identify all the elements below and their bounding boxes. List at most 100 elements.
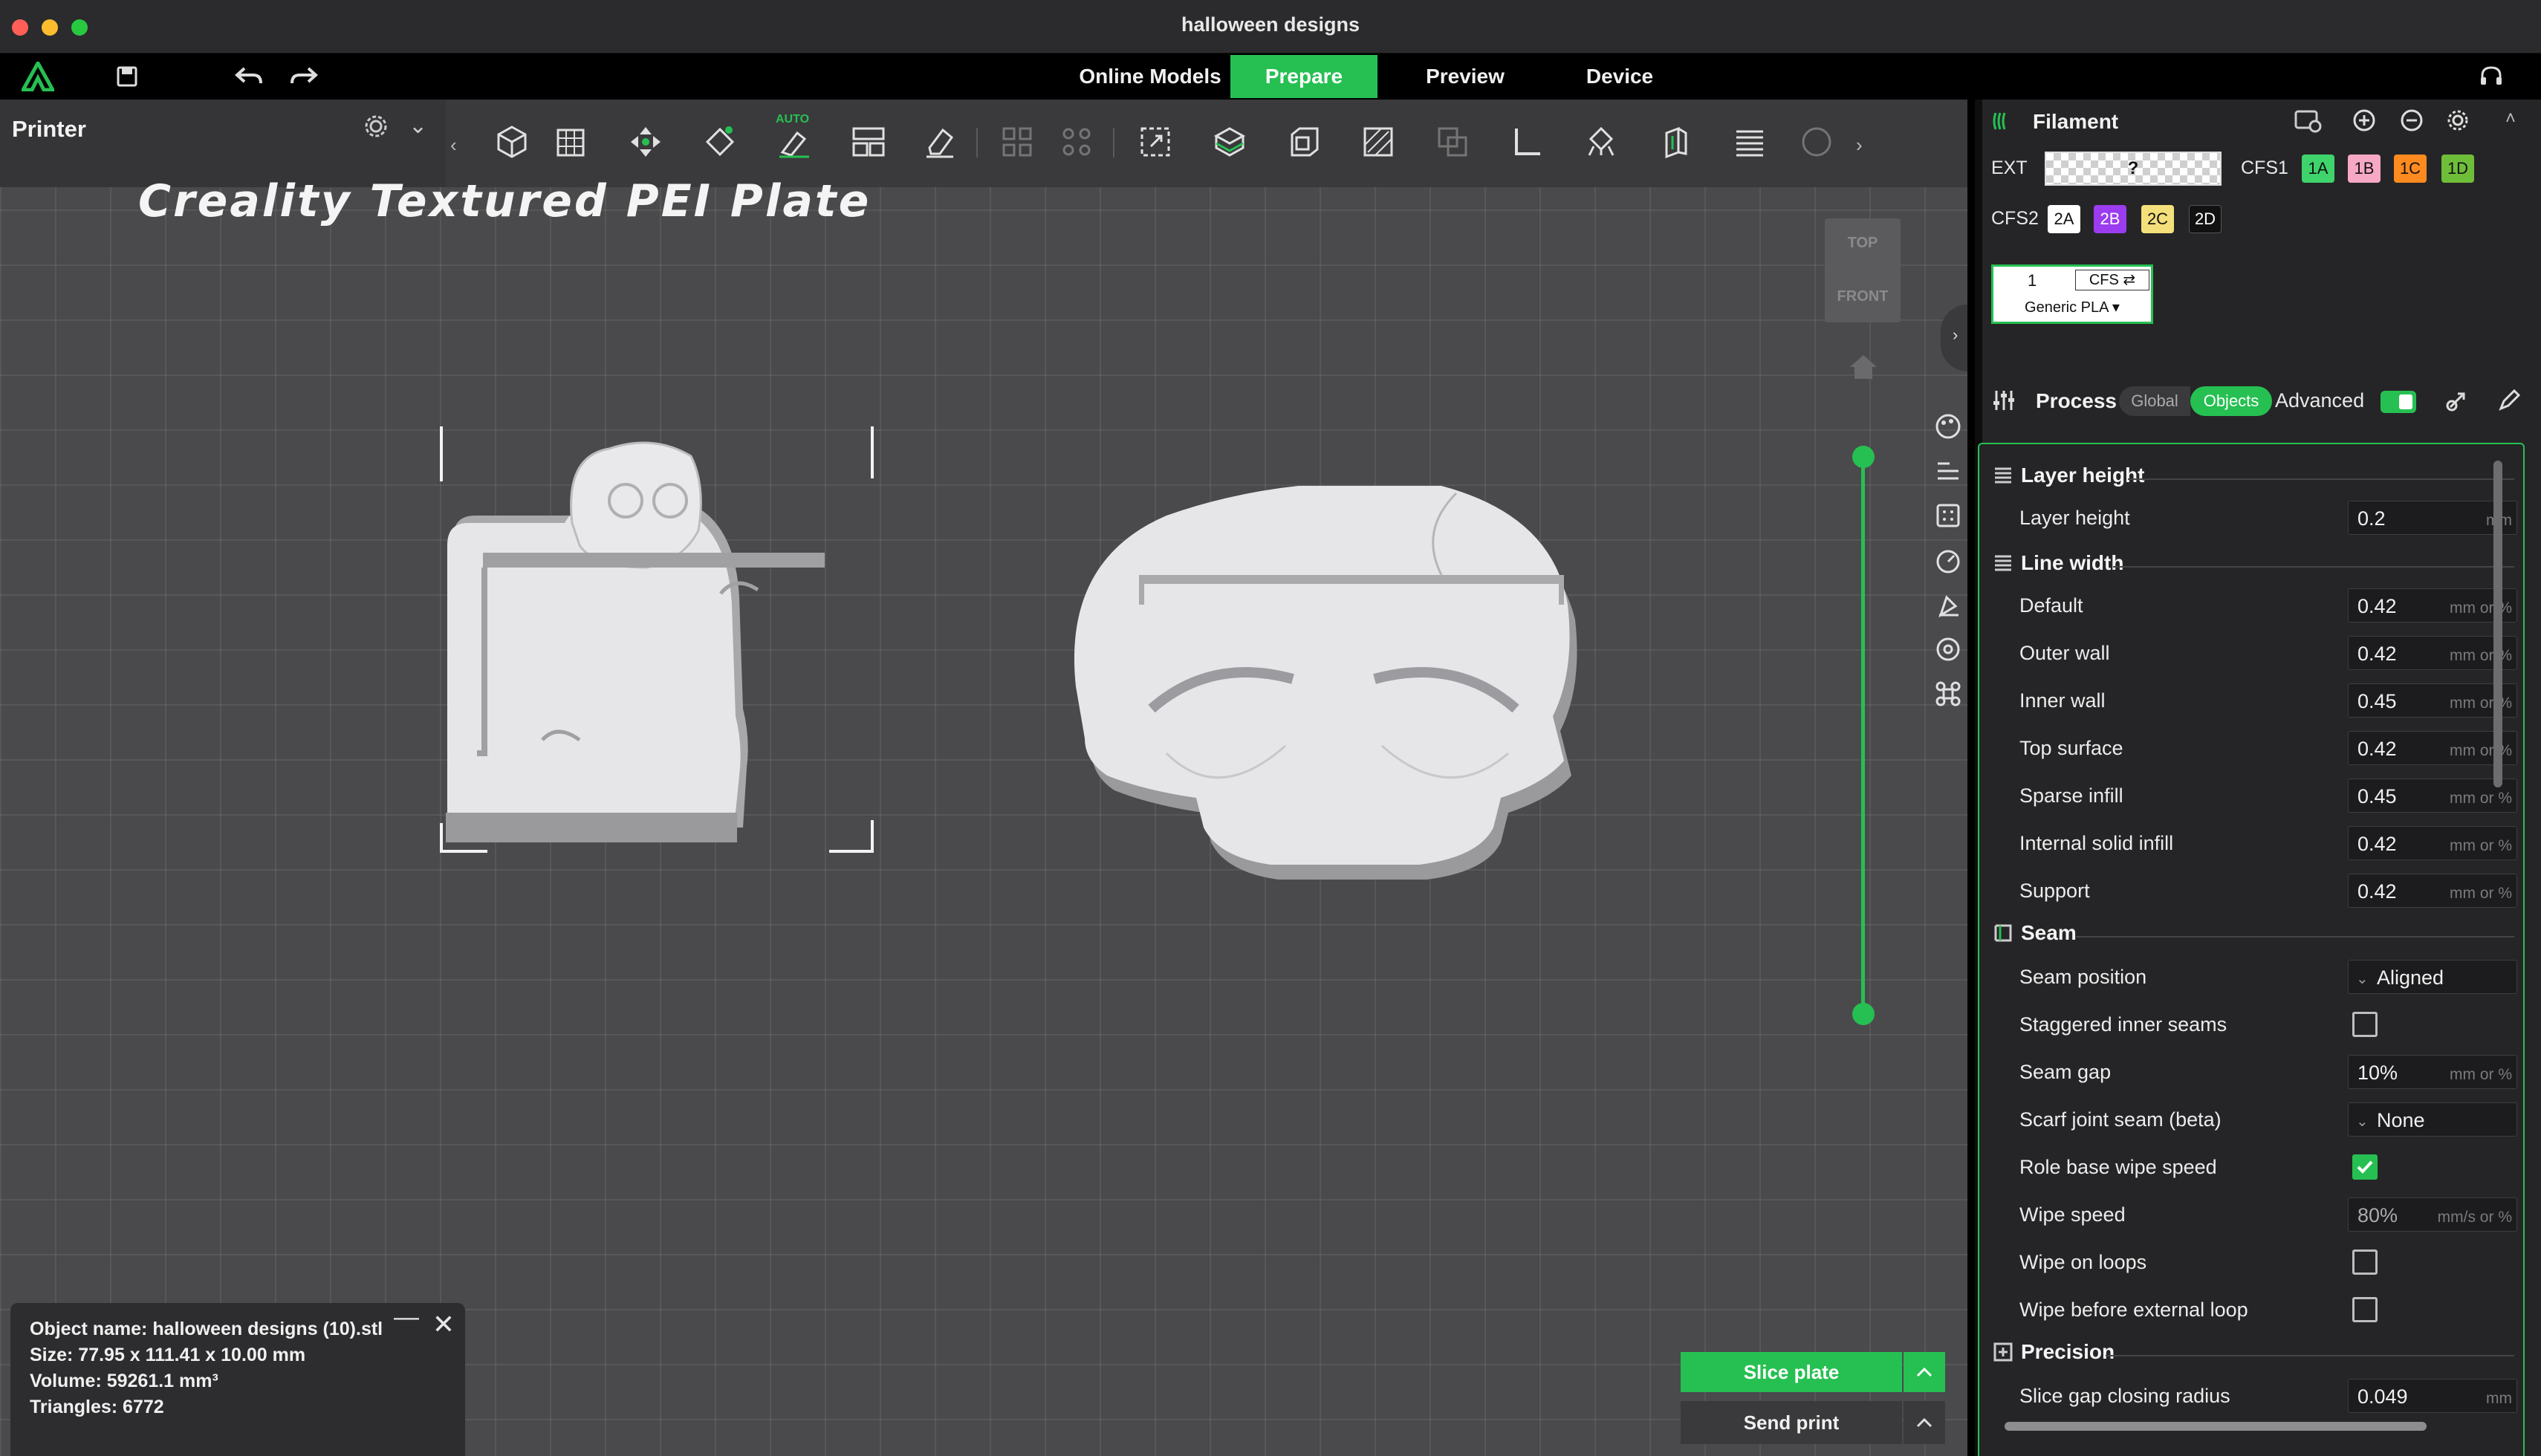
arrange-icon[interactable] bbox=[843, 116, 895, 168]
auto-arrange-icon[interactable]: AUTO bbox=[768, 113, 820, 168]
scarf-joint-seam-select[interactable]: ⌄ None bbox=[2348, 1102, 2517, 1137]
filament-sync-icon[interactable] bbox=[2293, 107, 2323, 137]
command-icon[interactable] bbox=[1929, 672, 1967, 716]
layer-range-slider[interactable] bbox=[1852, 446, 1875, 1025]
section-precision[interactable]: Precision bbox=[1979, 1330, 2523, 1374]
advanced-toggle[interactable] bbox=[2381, 391, 2416, 413]
support-paint-icon[interactable] bbox=[1575, 116, 1627, 168]
send-print-button[interactable]: Send print bbox=[1681, 1401, 1902, 1444]
outer-wall-input[interactable]: 0.42 mm or % bbox=[2348, 636, 2517, 670]
orient-icon[interactable] bbox=[620, 116, 672, 168]
cfs2-slot-2a[interactable]: 2A bbox=[2048, 205, 2080, 233]
view-cube[interactable]: TOP FRONT bbox=[1825, 218, 1901, 322]
slice-plate-button[interactable]: Slice plate bbox=[1681, 1352, 1902, 1392]
sparse-infill-input[interactable]: 0.45 mm or % bbox=[2348, 779, 2517, 813]
seam-gap-input[interactable]: 10% mm or % bbox=[2348, 1055, 2517, 1089]
hollow-icon[interactable] bbox=[1278, 116, 1330, 168]
auto-orient-icon[interactable] bbox=[694, 116, 746, 168]
compare-icon[interactable] bbox=[2444, 388, 2470, 417]
cfs1-slot-1b[interactable]: 1B bbox=[2348, 155, 2381, 183]
target-icon[interactable] bbox=[1929, 627, 1967, 672]
zombie-model[interactable] bbox=[431, 426, 951, 1065]
layer-slider-bottom-handle[interactable] bbox=[1852, 1003, 1875, 1025]
tab-online-models[interactable]: Online Models bbox=[1070, 55, 1230, 98]
tab-device[interactable]: Device bbox=[1551, 55, 1688, 98]
collapse-chevron-icon[interactable]: ⌄ bbox=[409, 113, 427, 139]
3d-viewport[interactable]: Printer ⌄ ‹ AUTO › Creality Textured PEI… bbox=[0, 100, 1967, 1456]
default-line-width-input[interactable]: 0.42 mm or % bbox=[2348, 588, 2517, 623]
printer-settings-icon[interactable] bbox=[363, 113, 389, 143]
wipe-before-external-loop-checkbox[interactable] bbox=[2352, 1297, 2378, 1322]
erase-icon[interactable] bbox=[914, 116, 966, 168]
toolbar-scroll-left-icon[interactable]: ‹ bbox=[450, 134, 457, 157]
skull-model[interactable] bbox=[1070, 486, 1642, 961]
close-info-icon[interactable]: ✕ bbox=[432, 1309, 455, 1340]
assembly-icon[interactable] bbox=[1791, 116, 1843, 168]
slice-options-button[interactable] bbox=[1904, 1352, 1945, 1392]
variable-layer-height-icon[interactable] bbox=[1724, 116, 1776, 168]
support-headset-icon[interactable] bbox=[2474, 59, 2508, 94]
process-global-tab[interactable]: Global bbox=[2119, 386, 2190, 416]
minimize-info-icon[interactable]: — bbox=[394, 1303, 419, 1332]
top-surface-input[interactable]: 0.42 mm or % bbox=[2348, 731, 2517, 765]
boolean-icon[interactable] bbox=[1427, 116, 1479, 168]
ext-filament-slot[interactable]: ? bbox=[2045, 152, 2222, 186]
app-logo-icon[interactable] bbox=[21, 59, 55, 94]
cfs2-slot-2c[interactable]: 2C bbox=[2141, 205, 2174, 233]
window-titlebar: halloween designs bbox=[0, 0, 2541, 53]
redo-icon[interactable] bbox=[287, 59, 321, 94]
slice-gap-closing-radius-input[interactable]: 0.049 mm bbox=[2348, 1379, 2517, 1413]
tab-prepare[interactable]: Prepare bbox=[1230, 55, 1377, 98]
wipe-on-loops-checkbox[interactable] bbox=[2352, 1249, 2378, 1275]
cfs1-slot-1c[interactable]: 1C bbox=[2394, 155, 2427, 183]
speed-gauge-icon[interactable] bbox=[1929, 538, 1967, 582]
tab-preview[interactable]: Preview bbox=[1397, 55, 1534, 98]
cfs1-slot-1d[interactable]: 1D bbox=[2441, 155, 2474, 183]
toolbar-scroll-right-icon[interactable]: › bbox=[1856, 134, 1863, 157]
grid-view-icon[interactable] bbox=[1929, 493, 1967, 538]
process-objects-tab[interactable]: Objects bbox=[2190, 386, 2272, 416]
save-icon[interactable] bbox=[110, 59, 144, 94]
split-objects-icon[interactable] bbox=[991, 116, 1043, 168]
seam-position-select[interactable]: ⌄ Aligned bbox=[2348, 960, 2517, 994]
cut-icon[interactable] bbox=[1204, 116, 1256, 168]
support-line-width-input[interactable]: 0.42 mm or % bbox=[2348, 874, 2517, 908]
settings-horizontal-scrollbar[interactable] bbox=[2005, 1422, 2427, 1431]
layers-icon[interactable] bbox=[1929, 449, 1967, 493]
add-filament-icon[interactable] bbox=[2352, 108, 2376, 136]
role-base-wipe-speed-checkbox[interactable] bbox=[2352, 1154, 2378, 1180]
filament-settings-icon[interactable] bbox=[2446, 108, 2470, 136]
add-object-icon[interactable] bbox=[486, 116, 538, 168]
staggered-inner-seams-checkbox[interactable] bbox=[2352, 1012, 2378, 1037]
filament-type-select[interactable]: Generic PLA ▾ bbox=[1993, 298, 2151, 316]
cfs1-slot-1a[interactable]: 1A bbox=[2302, 155, 2334, 183]
measure-icon[interactable] bbox=[1501, 116, 1553, 168]
cfs2-slot-2d[interactable]: 2D bbox=[2189, 205, 2222, 233]
seam-paint-icon[interactable] bbox=[1649, 116, 1701, 168]
add-plate-icon[interactable] bbox=[545, 116, 597, 168]
settings-vertical-scrollbar[interactable] bbox=[2493, 461, 2502, 787]
remove-filament-icon[interactable] bbox=[2400, 108, 2424, 136]
filament-card-cfs-switch[interactable]: CFS ⇄ bbox=[2075, 270, 2149, 290]
flatten-icon[interactable] bbox=[1929, 582, 1967, 627]
section-seam[interactable]: Seam bbox=[1979, 911, 2523, 955]
cfs2-slot-2b[interactable]: 2B bbox=[2094, 205, 2126, 233]
collapse-filament-icon[interactable]: ˄ bbox=[2505, 108, 2516, 129]
edit-preset-icon[interactable] bbox=[2496, 388, 2522, 417]
place-on-face-icon[interactable] bbox=[1352, 116, 1404, 168]
home-view-icon[interactable] bbox=[1847, 352, 1880, 386]
scale-icon[interactable] bbox=[1129, 116, 1181, 168]
wipe-speed-input[interactable]: 80% mm/s or % bbox=[2348, 1197, 2517, 1232]
send-options-button[interactable] bbox=[1904, 1401, 1945, 1444]
section-line-width[interactable]: Line width bbox=[1979, 541, 2523, 585]
split-parts-icon[interactable] bbox=[1051, 116, 1103, 168]
section-layer-height[interactable]: Layer height bbox=[1979, 453, 2523, 498]
palette-icon[interactable] bbox=[1929, 404, 1967, 449]
layer-slider-top-handle[interactable] bbox=[1852, 446, 1875, 468]
sidebar-collapse-handle[interactable]: › bbox=[1941, 305, 1967, 371]
undo-icon[interactable] bbox=[232, 59, 266, 94]
inner-wall-input[interactable]: 0.45 mm or % bbox=[2348, 683, 2517, 718]
layer-height-input[interactable]: 0.2mm bbox=[2348, 501, 2517, 535]
filament-card[interactable]: 1 CFS ⇄ Generic PLA ▾ bbox=[1991, 264, 2153, 324]
internal-solid-infill-input[interactable]: 0.42 mm or % bbox=[2348, 826, 2517, 860]
